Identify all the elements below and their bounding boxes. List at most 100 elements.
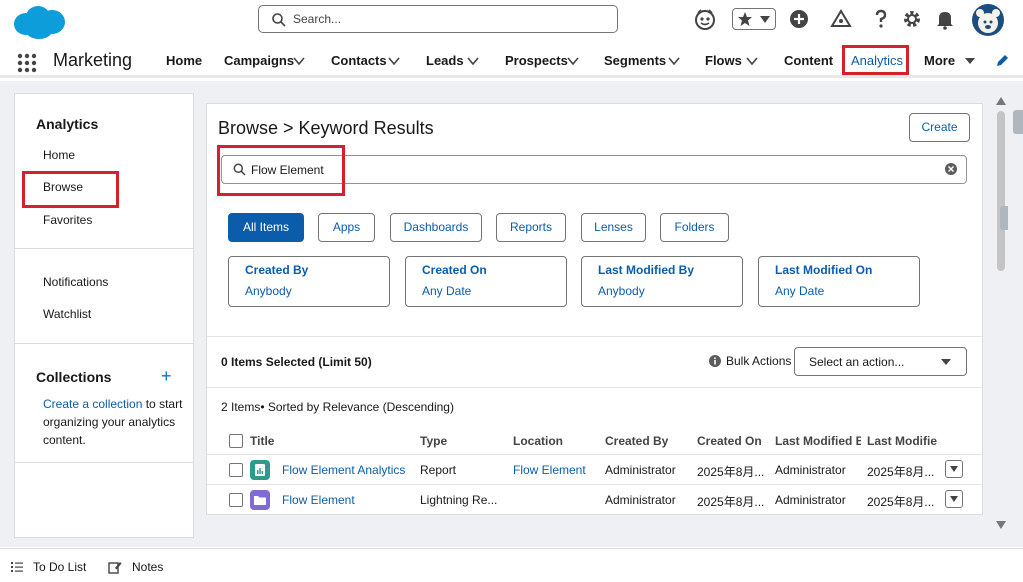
- nav-item-home[interactable]: Home: [166, 53, 202, 68]
- chevron-down-icon[interactable]: [668, 56, 680, 66]
- setup-gear-icon[interactable]: [901, 8, 923, 30]
- column-created-by[interactable]: Created By: [605, 434, 668, 448]
- notes-icon: [108, 562, 122, 574]
- row-location-link[interactable]: Flow Element: [513, 463, 599, 477]
- add-collection-icon[interactable]: +: [161, 366, 172, 387]
- chevron-down-icon[interactable]: [760, 16, 770, 23]
- chevron-down-icon[interactable]: [293, 56, 305, 66]
- filter-last-modified-by[interactable]: Last Modified By Anybody: [581, 256, 743, 307]
- salesforce-logo[interactable]: [12, 4, 66, 40]
- bulk-action-select[interactable]: Select an action...: [794, 347, 967, 376]
- chevron-down-icon[interactable]: [467, 56, 479, 66]
- row-checkbox[interactable]: [229, 493, 243, 507]
- help-icon[interactable]: [870, 8, 892, 30]
- row-actions-menu[interactable]: [945, 460, 963, 478]
- chevron-down-icon: [941, 359, 951, 365]
- column-title[interactable]: Title: [250, 434, 274, 448]
- agent-icon[interactable]: [694, 8, 716, 30]
- utility-bar: To Do List Notes: [0, 548, 1023, 582]
- table-row[interactable]: Flow Element Lightning Re... Administrat…: [207, 485, 982, 514]
- action-placeholder: Select an action...: [809, 355, 905, 369]
- chevron-down-icon[interactable]: [964, 56, 976, 66]
- sidebar-item-home[interactable]: Home: [43, 148, 75, 162]
- row-checkbox[interactable]: [229, 463, 243, 477]
- utility-item-notes[interactable]: Notes: [132, 560, 163, 574]
- create-collection-link[interactable]: Create a collection: [43, 397, 142, 411]
- table-row[interactable]: Flow Element Analytics Report Flow Eleme…: [207, 455, 982, 485]
- nav-item-segments[interactable]: Segments: [604, 53, 666, 68]
- filter-label: Created On: [422, 263, 487, 277]
- info-icon: [709, 355, 721, 367]
- column-last-modified-by[interactable]: Last Modified B: [775, 434, 861, 448]
- divider: [15, 462, 193, 463]
- side-panel-handle[interactable]: [1000, 206, 1008, 230]
- column-last-modified-on[interactable]: Last Modifie: [867, 434, 940, 448]
- notifications-bell-icon[interactable]: [934, 8, 956, 30]
- analytics-sidebar: Analytics Home Browse Favorites Notifica…: [14, 93, 194, 538]
- row-actions-menu[interactable]: [945, 490, 963, 508]
- scroll-up-icon[interactable]: [996, 97, 1006, 105]
- page-scrollbar[interactable]: [993, 93, 1009, 533]
- browse-results-card: Browse > Keyword Results Create Flow Ele…: [206, 103, 983, 515]
- nav-item-flows[interactable]: Flows: [705, 53, 742, 68]
- nav-item-leads[interactable]: Leads: [426, 53, 464, 68]
- chevron-down-icon[interactable]: [746, 56, 758, 66]
- row-created-by: Administrator: [605, 493, 676, 507]
- trailhead-icon[interactable]: [830, 8, 852, 30]
- add-icon[interactable]: [788, 8, 810, 30]
- sidebar-item-notifications[interactable]: Notifications: [43, 275, 108, 289]
- bulk-actions-label: Bulk Actions: [726, 354, 792, 368]
- filter-value: Anybody: [598, 284, 645, 298]
- report-icon: [250, 460, 270, 480]
- favorites-group[interactable]: [732, 8, 776, 30]
- side-panel-toggle[interactable]: [1013, 110, 1023, 134]
- edit-nav-pencil-icon[interactable]: [995, 54, 1009, 68]
- nav-item-contacts[interactable]: Contacts: [331, 53, 387, 68]
- filter-dashboards-button[interactable]: Dashboards: [390, 213, 482, 242]
- create-button[interactable]: Create: [909, 113, 970, 142]
- sidebar-item-watchlist[interactable]: Watchlist: [43, 307, 91, 321]
- row-modified-on: 2025年8月...: [867, 495, 935, 509]
- sidebar-item-favorites[interactable]: Favorites: [43, 213, 92, 227]
- filter-created-on[interactable]: Created On Any Date: [405, 256, 567, 307]
- sidebar-item-browse[interactable]: Browse: [43, 180, 83, 194]
- row-modified-by: Administrator: [775, 493, 846, 507]
- filter-lenses-button[interactable]: Lenses: [581, 213, 646, 242]
- nav-item-more[interactable]: More: [924, 53, 955, 68]
- scroll-thumb[interactable]: [997, 111, 1005, 271]
- column-created-on[interactable]: Created On: [697, 434, 762, 448]
- filter-all-items-button[interactable]: All Items: [228, 213, 304, 242]
- filter-value: Any Date: [775, 284, 825, 298]
- filter-value: Anybody: [245, 284, 292, 298]
- global-search-input[interactable]: Search...: [258, 5, 618, 33]
- scroll-down-icon[interactable]: [996, 521, 1006, 529]
- row-title-link[interactable]: Flow Element: [282, 493, 355, 507]
- highlight-box-keyword: [217, 145, 345, 196]
- nav-item-analytics[interactable]: Analytics: [851, 53, 903, 68]
- sort-info: 2 Items• Sorted by Relevance (Descending…: [221, 400, 454, 414]
- row-title-link[interactable]: Flow Element Analytics: [282, 463, 405, 477]
- filter-reports-button[interactable]: Reports: [496, 213, 566, 242]
- filter-created-by[interactable]: Created By Anybody: [228, 256, 390, 307]
- selected-count: 0 Items Selected (Limit 50): [221, 355, 372, 369]
- select-all-checkbox[interactable]: [229, 434, 243, 448]
- avatar[interactable]: [972, 4, 1004, 36]
- results-table-header: Title Type Location Created By Created O…: [207, 427, 982, 455]
- nav-item-campaigns[interactable]: Campaigns: [224, 53, 294, 68]
- row-created-on: 2025年8月...: [697, 465, 765, 479]
- utility-item-todo-list[interactable]: To Do List: [33, 560, 86, 574]
- chevron-down-icon[interactable]: [567, 56, 579, 66]
- row-modified-on: 2025年8月...: [867, 465, 935, 479]
- nav-item-content[interactable]: Content: [784, 53, 833, 68]
- chevron-down-icon[interactable]: [388, 56, 400, 66]
- chevron-down-icon: [950, 466, 958, 472]
- column-type[interactable]: Type: [420, 434, 447, 448]
- app-launcher-icon[interactable]: [16, 52, 38, 74]
- clear-icon[interactable]: [944, 162, 958, 176]
- nav-item-prospects[interactable]: Prospects: [505, 53, 568, 68]
- favorites-star-icon[interactable]: [737, 11, 753, 27]
- column-location[interactable]: Location: [513, 434, 563, 448]
- filter-folders-button[interactable]: Folders: [660, 213, 729, 242]
- filter-apps-button[interactable]: Apps: [318, 213, 375, 242]
- filter-last-modified-on[interactable]: Last Modified On Any Date: [758, 256, 920, 307]
